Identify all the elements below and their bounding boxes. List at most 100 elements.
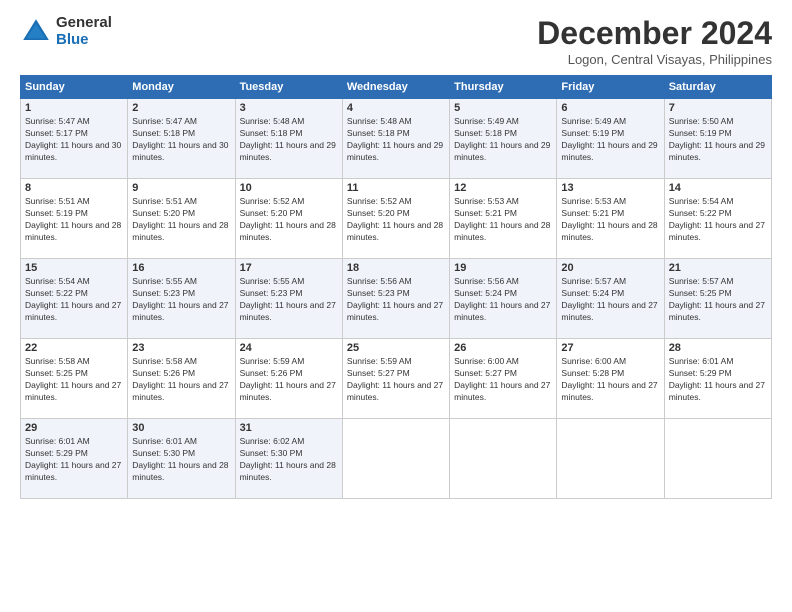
cell-content: Sunrise: 6:01 AMSunset: 5:30 PMDaylight:… — [132, 436, 228, 482]
day-number: 7 — [669, 102, 767, 114]
cell-content: Sunrise: 5:56 AMSunset: 5:23 PMDaylight:… — [347, 276, 443, 322]
day-number: 21 — [669, 262, 767, 274]
cell-content: Sunrise: 6:00 AMSunset: 5:28 PMDaylight:… — [561, 356, 657, 402]
day-number: 11 — [347, 182, 445, 194]
cell-content: Sunrise: 5:57 AMSunset: 5:24 PMDaylight:… — [561, 276, 657, 322]
calendar-header-row: SundayMondayTuesdayWednesdayThursdayFrid… — [21, 76, 772, 99]
day-number: 29 — [25, 422, 123, 434]
day-number: 20 — [561, 262, 659, 274]
cell-content: Sunrise: 5:52 AMSunset: 5:20 PMDaylight:… — [347, 196, 443, 242]
weekday-header-friday: Friday — [557, 76, 664, 99]
calendar-cell: 28Sunrise: 6:01 AMSunset: 5:29 PMDayligh… — [664, 339, 771, 419]
calendar-cell: 19 Sunrise: 5:56 AMSunset: 5:24 PMDayligh… — [450, 259, 557, 339]
cell-content: Sunrise: 6:00 AMSunset: 5:27 PMDaylight:… — [454, 356, 550, 402]
day-number: 23 — [132, 342, 230, 354]
calendar-cell: 21 Sunrise: 5:57 AMSunset: 5:25 PMDayligh… — [664, 259, 771, 339]
cell-content: Sunrise: 5:48 AMSunset: 5:18 PMDaylight:… — [240, 116, 336, 162]
day-number: 28 — [669, 342, 767, 354]
calendar-week-3: 15Sunrise: 5:54 AMSunset: 5:22 PMDayligh… — [21, 259, 772, 339]
day-number: 6 — [561, 102, 659, 114]
cell-content: Sunrise: 5:54 AMSunset: 5:22 PMDaylight:… — [669, 196, 765, 242]
logo: General Blue — [20, 15, 112, 48]
calendar-cell: 16 Sunrise: 5:55 AMSunset: 5:23 PMDayligh… — [128, 259, 235, 339]
cell-content: Sunrise: 5:58 AMSunset: 5:26 PMDaylight:… — [132, 356, 228, 402]
cell-content: Sunrise: 5:56 AMSunset: 5:24 PMDaylight:… — [454, 276, 550, 322]
calendar-cell: 8 Sunrise: 5:51 AMSunset: 5:19 PMDaylight… — [21, 179, 128, 259]
weekday-header-saturday: Saturday — [664, 76, 771, 99]
cell-content: Sunrise: 5:59 AMSunset: 5:27 PMDaylight:… — [347, 356, 443, 402]
calendar-cell — [450, 419, 557, 499]
cell-content: Sunrise: 5:52 AMSunset: 5:20 PMDaylight:… — [240, 196, 336, 242]
calendar-cell: 15Sunrise: 5:54 AMSunset: 5:22 PMDayligh… — [21, 259, 128, 339]
cell-content: Sunrise: 5:51 AMSunset: 5:19 PMDaylight:… — [25, 196, 121, 242]
calendar-cell: 20 Sunrise: 5:57 AMSunset: 5:24 PMDayligh… — [557, 259, 664, 339]
calendar-cell — [664, 419, 771, 499]
cell-content: Sunrise: 5:47 AMSunset: 5:17 PMDaylight:… — [25, 116, 121, 162]
day-number: 26 — [454, 342, 552, 354]
calendar-cell — [557, 419, 664, 499]
day-number: 12 — [454, 182, 552, 194]
calendar-cell: 24 Sunrise: 5:59 AMSunset: 5:26 PMDayligh… — [235, 339, 342, 419]
calendar-cell: 4Sunrise: 5:48 AMSunset: 5:18 PMDaylight… — [342, 99, 449, 179]
cell-content: Sunrise: 5:57 AMSunset: 5:25 PMDaylight:… — [669, 276, 765, 322]
calendar-cell: 22Sunrise: 5:58 AMSunset: 5:25 PMDayligh… — [21, 339, 128, 419]
calendar-cell: 14Sunrise: 5:54 AMSunset: 5:22 PMDayligh… — [664, 179, 771, 259]
day-number: 18 — [347, 262, 445, 274]
location-title: Logon, Central Visayas, Philippines — [537, 52, 772, 67]
cell-content: Sunrise: 5:55 AMSunset: 5:23 PMDaylight:… — [240, 276, 336, 322]
day-number: 9 — [132, 182, 230, 194]
day-number: 27 — [561, 342, 659, 354]
weekday-header-tuesday: Tuesday — [235, 76, 342, 99]
cell-content: Sunrise: 5:49 AMSunset: 5:19 PMDaylight:… — [561, 116, 657, 162]
month-title: December 2024 — [537, 15, 772, 52]
calendar-cell: 23 Sunrise: 5:58 AMSunset: 5:26 PMDayligh… — [128, 339, 235, 419]
cell-content: Sunrise: 6:01 AMSunset: 5:29 PMDaylight:… — [25, 436, 121, 482]
day-number: 24 — [240, 342, 338, 354]
calendar-body: 1Sunrise: 5:47 AMSunset: 5:17 PMDaylight… — [21, 99, 772, 499]
day-number: 17 — [240, 262, 338, 274]
calendar-cell: 29 Sunrise: 6:01 AMSunset: 5:29 PMDayligh… — [21, 419, 128, 499]
cell-content: Sunrise: 5:59 AMSunset: 5:26 PMDaylight:… — [240, 356, 336, 402]
calendar-cell: 7 Sunrise: 5:50 AMSunset: 5:19 PMDaylight… — [664, 99, 771, 179]
calendar-cell: 11 Sunrise: 5:52 AMSunset: 5:20 PMDayligh… — [342, 179, 449, 259]
day-number: 15 — [25, 262, 123, 274]
calendar-cell — [342, 419, 449, 499]
calendar-table: SundayMondayTuesdayWednesdayThursdayFrid… — [20, 75, 772, 499]
calendar-week-2: 8 Sunrise: 5:51 AMSunset: 5:19 PMDaylight… — [21, 179, 772, 259]
calendar-cell: 6 Sunrise: 5:49 AMSunset: 5:19 PMDaylight… — [557, 99, 664, 179]
calendar-cell: 2 Sunrise: 5:47 AMSunset: 5:18 PMDaylight… — [128, 99, 235, 179]
calendar-cell: 25 Sunrise: 5:59 AMSunset: 5:27 PMDayligh… — [342, 339, 449, 419]
cell-content: Sunrise: 5:53 AMSunset: 5:21 PMDaylight:… — [561, 196, 657, 242]
calendar-week-4: 22Sunrise: 5:58 AMSunset: 5:25 PMDayligh… — [21, 339, 772, 419]
day-number: 25 — [347, 342, 445, 354]
calendar-cell: 26 Sunrise: 6:00 AMSunset: 5:27 PMDayligh… — [450, 339, 557, 419]
cell-content: Sunrise: 5:55 AMSunset: 5:23 PMDaylight:… — [132, 276, 228, 322]
day-number: 2 — [132, 102, 230, 114]
cell-content: Sunrise: 5:47 AMSunset: 5:18 PMDaylight:… — [132, 116, 228, 162]
calendar-week-1: 1Sunrise: 5:47 AMSunset: 5:17 PMDaylight… — [21, 99, 772, 179]
logo-blue: Blue — [56, 32, 112, 49]
day-number: 19 — [454, 262, 552, 274]
calendar-cell: 13 Sunrise: 5:53 AMSunset: 5:21 PMDayligh… — [557, 179, 664, 259]
day-number: 13 — [561, 182, 659, 194]
title-area: December 2024 Logon, Central Visayas, Ph… — [537, 15, 772, 67]
calendar-cell: 3 Sunrise: 5:48 AMSunset: 5:18 PMDaylight… — [235, 99, 342, 179]
day-number: 5 — [454, 102, 552, 114]
day-number: 8 — [25, 182, 123, 194]
cell-content: Sunrise: 6:02 AMSunset: 5:30 PMDaylight:… — [240, 436, 336, 482]
logo-text: General Blue — [56, 15, 112, 48]
cell-content: Sunrise: 5:49 AMSunset: 5:18 PMDaylight:… — [454, 116, 550, 162]
cell-content: Sunrise: 5:50 AMSunset: 5:19 PMDaylight:… — [669, 116, 765, 162]
cell-content: Sunrise: 5:58 AMSunset: 5:25 PMDaylight:… — [25, 356, 121, 402]
calendar-cell: 31Sunrise: 6:02 AMSunset: 5:30 PMDayligh… — [235, 419, 342, 499]
day-number: 3 — [240, 102, 338, 114]
cell-content: Sunrise: 5:48 AMSunset: 5:18 PMDaylight:… — [347, 116, 443, 162]
weekday-header-sunday: Sunday — [21, 76, 128, 99]
page: General Blue December 2024 Logon, Centra… — [0, 0, 792, 612]
cell-content: Sunrise: 5:51 AMSunset: 5:20 PMDaylight:… — [132, 196, 228, 242]
day-number: 16 — [132, 262, 230, 274]
calendar-cell: 27 Sunrise: 6:00 AMSunset: 5:28 PMDayligh… — [557, 339, 664, 419]
calendar-cell: 18 Sunrise: 5:56 AMSunset: 5:23 PMDayligh… — [342, 259, 449, 339]
logo-general: General — [56, 15, 112, 32]
calendar-week-5: 29 Sunrise: 6:01 AMSunset: 5:29 PMDayligh… — [21, 419, 772, 499]
